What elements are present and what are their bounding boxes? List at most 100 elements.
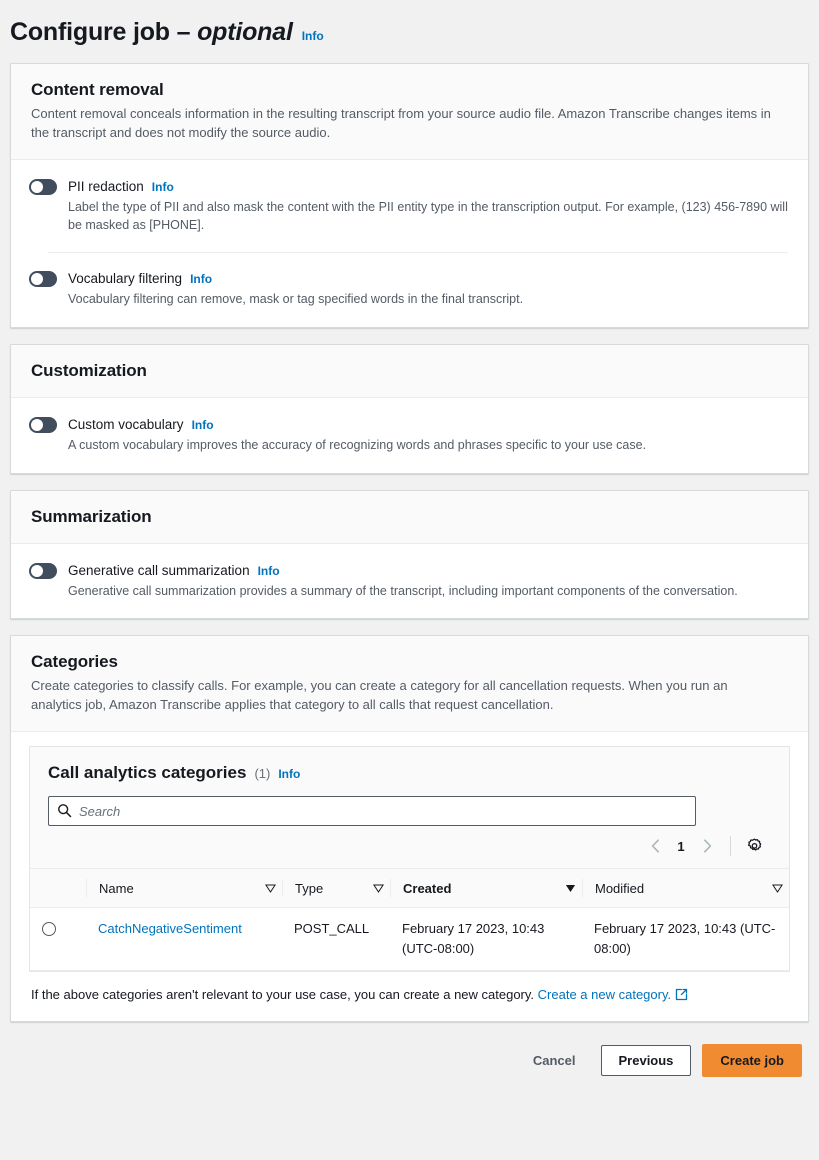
categories-table: Name Type Created Modified CatchNegative… xyxy=(30,868,789,972)
pii-redaction-text: PII redaction Info Label the type of PII… xyxy=(68,178,788,236)
chevron-right-icon xyxy=(703,839,711,853)
column-header-modified-label: Modified xyxy=(595,880,645,896)
section-divider xyxy=(48,252,788,254)
call-analytics-categories-count: (1) xyxy=(254,766,271,782)
pii-redaction-toggle[interactable] xyxy=(29,178,57,195)
content-removal-card: Content removal Content removal conceals… xyxy=(10,63,809,328)
pii-redaction-description: Label the type of PII and also mask the … xyxy=(68,199,788,233)
categories-footer-note: If the above categories aren't relevant … xyxy=(11,972,808,1021)
table-row: CatchNegativeSentiment POST_CALL Februar… xyxy=(30,907,789,972)
generative-call-summarization-toggle[interactable] xyxy=(29,562,57,579)
column-header-created-label: Created xyxy=(403,880,452,896)
custom-vocabulary-info-link[interactable]: Info xyxy=(192,418,214,432)
generative-call-summarization-row: Generative call summarization Info Gener… xyxy=(29,560,788,603)
row-radio-button[interactable] xyxy=(42,922,56,937)
row-type-cell: POST_CALL xyxy=(282,907,390,972)
column-header-type[interactable]: Type xyxy=(282,868,390,909)
vocabulary-filtering-info-link[interactable]: Info xyxy=(190,272,212,286)
categories-description: Create categories to classify calls. For… xyxy=(31,678,728,713)
column-header-name-label: Name xyxy=(99,880,134,896)
toggle-knob xyxy=(31,418,43,431)
custom-vocabulary-description: A custom vocabulary improves the accurac… xyxy=(68,437,647,452)
vocabulary-filtering-label: Vocabulary filtering xyxy=(68,271,183,287)
row-modified-cell: February 17 2023, 10:43 (UTC-08:00) xyxy=(582,907,789,972)
categories-header: Categories Create categories to classify… xyxy=(11,636,808,733)
row-name-cell: CatchNegativeSentiment xyxy=(86,907,282,972)
categories-footer-text: If the above categories aren't relevant … xyxy=(31,987,535,1003)
generative-call-summarization-info-link[interactable]: Info xyxy=(258,564,280,578)
page-title-optional: optional xyxy=(197,18,293,46)
vocabulary-filtering-row: Vocabulary filtering Info Vocabulary fil… xyxy=(29,268,788,311)
summarization-card: Summarization Generative call summarizat… xyxy=(10,489,809,620)
categories-title: Categories xyxy=(31,652,118,672)
category-name-link[interactable]: CatchNegativeSentiment xyxy=(98,921,242,936)
page-title-main: Configure job xyxy=(10,18,170,46)
toggle-knob xyxy=(31,564,43,577)
custom-vocabulary-toggle[interactable] xyxy=(29,416,57,433)
create-job-button[interactable]: Create job xyxy=(702,1044,802,1078)
generative-call-summarization-description: Generative call summarization provides a… xyxy=(68,583,738,598)
row-created-cell: February 17 2023, 10:43 (UTC-08:00) xyxy=(390,907,582,972)
toggle-knob xyxy=(31,180,43,193)
page-header: Configure job – optional Info xyxy=(0,0,819,63)
pagination-divider xyxy=(730,836,731,857)
table-header-row: Name Type Created Modified xyxy=(30,868,789,909)
cancel-button[interactable]: Cancel xyxy=(519,1046,590,1075)
chevron-left-icon xyxy=(651,839,659,853)
customization-title: Customization xyxy=(31,360,147,380)
pii-redaction-label: PII redaction xyxy=(68,178,144,194)
table-preferences-button[interactable] xyxy=(743,835,765,857)
custom-vocabulary-row: Custom vocabulary Info A custom vocabula… xyxy=(29,414,788,457)
summarization-title: Summarization xyxy=(31,506,152,526)
vocabulary-filtering-text: Vocabulary filtering Info Vocabulary fil… xyxy=(68,270,523,309)
sort-descending-icon xyxy=(373,884,384,893)
content-removal-body: PII redaction Info Label the type of PII… xyxy=(11,160,808,327)
call-analytics-categories-panel: Call analytics categories (1) Info 1 xyxy=(29,746,790,973)
call-analytics-categories-title: Call analytics categories xyxy=(48,763,247,783)
content-removal-title: Content removal xyxy=(31,80,164,99)
pagination-page-1[interactable]: 1 xyxy=(672,839,690,854)
row-select-cell xyxy=(30,907,86,972)
summarization-header: Summarization xyxy=(11,490,808,544)
gear-icon xyxy=(747,838,761,851)
vocabulary-filtering-toggle[interactable] xyxy=(29,271,57,288)
page-title-separator: – xyxy=(169,18,198,46)
generative-call-summarization-label: Generative call summarization xyxy=(68,562,250,578)
toggle-knob xyxy=(31,273,43,286)
customization-body: Custom vocabulary Info A custom vocabula… xyxy=(11,398,808,473)
vocabulary-filtering-description: Vocabulary filtering can remove, mask or… xyxy=(68,292,524,307)
sort-descending-active-icon xyxy=(565,884,576,892)
sort-descending-icon xyxy=(265,884,276,893)
page-title-info-link[interactable]: Info xyxy=(302,29,324,43)
column-header-name[interactable]: Name xyxy=(86,868,282,909)
pii-redaction-info-link[interactable]: Info xyxy=(152,180,174,194)
pagination-next-button[interactable] xyxy=(694,833,720,859)
content-removal-description: Content removal conceals information in … xyxy=(31,106,771,140)
previous-button[interactable]: Previous xyxy=(600,1045,692,1077)
call-analytics-categories-info-link[interactable]: Info xyxy=(278,767,300,781)
column-header-modified[interactable]: Modified xyxy=(582,868,789,909)
pagination-previous-button[interactable] xyxy=(642,833,668,859)
categories-table-body: CatchNegativeSentiment POST_CALL Februar… xyxy=(30,907,789,972)
column-header-type-label: Type xyxy=(295,880,324,896)
customization-card: Customization Custom vocabulary Info A c… xyxy=(10,343,809,474)
content-removal-header: Content removal Content removal conceals… xyxy=(11,64,808,160)
custom-vocabulary-label: Custom vocabulary xyxy=(68,416,184,432)
page-title: Configure job – optional xyxy=(10,18,293,47)
column-header-created[interactable]: Created xyxy=(390,868,582,909)
call-analytics-categories-head: Call analytics categories (1) Info 1 xyxy=(30,747,789,869)
sort-descending-icon xyxy=(772,884,783,893)
categories-card: Categories Create categories to classify… xyxy=(10,635,809,1023)
categories-table-head: Name Type Created Modified xyxy=(30,868,789,909)
column-select xyxy=(30,868,86,909)
search-input[interactable] xyxy=(48,796,696,827)
pii-redaction-row: PII redaction Info Label the type of PII… xyxy=(29,176,788,238)
search-container xyxy=(48,796,696,827)
generative-call-summarization-text: Generative call summarization Info Gener… xyxy=(68,562,738,601)
create-new-category-link[interactable]: Create a new category. xyxy=(538,987,671,1002)
customization-header: Customization xyxy=(11,344,808,398)
pagination: 1 xyxy=(48,826,771,868)
external-link-icon xyxy=(675,988,688,1004)
custom-vocabulary-text: Custom vocabulary Info A custom vocabula… xyxy=(68,416,646,455)
summarization-body: Generative call summarization Info Gener… xyxy=(11,544,808,619)
